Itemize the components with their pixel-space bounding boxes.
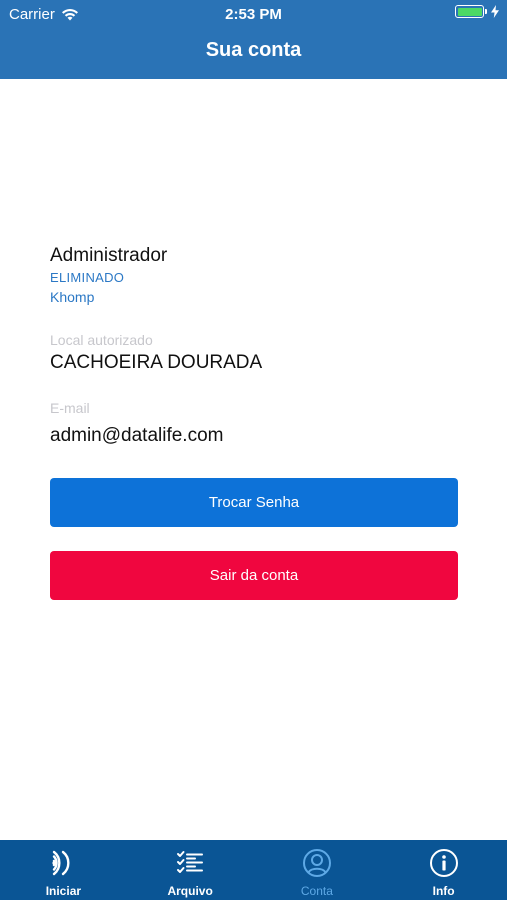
page-title: Sua conta bbox=[205, 39, 302, 61]
tab-bar: Iniciar Arquivo Conta Info bbox=[0, 840, 507, 900]
status-time: 2:53 PM bbox=[225, 6, 282, 23]
tab-info[interactable]: Info bbox=[380, 840, 507, 900]
signal-icon bbox=[52, 850, 70, 876]
local-value: CACHOEIRA DOURADA bbox=[50, 352, 263, 373]
user-name: Administrador bbox=[50, 245, 168, 266]
tab-iniciar[interactable]: Iniciar bbox=[0, 840, 127, 900]
tab-info-label: Info bbox=[432, 884, 455, 898]
account-screen: Carrier 2:53 PM Sua conta Administrador … bbox=[0, 0, 507, 900]
user-icon bbox=[302, 849, 331, 877]
email-value: admin@datalife.com bbox=[50, 425, 224, 446]
user-status: ELIMINADO bbox=[50, 270, 125, 285]
navigation-header: Carrier 2:53 PM Sua conta bbox=[0, 0, 507, 79]
battery-cap bbox=[485, 9, 487, 14]
email-label: E-mail bbox=[50, 400, 90, 416]
local-label: Local autorizado bbox=[50, 332, 153, 348]
tab-arquivo-label: Arquivo bbox=[167, 884, 213, 898]
battery-icon bbox=[455, 5, 484, 18]
logout-button[interactable]: Sair da conta bbox=[50, 551, 458, 600]
user-company: Khomp bbox=[50, 289, 95, 305]
status-bar: Carrier 2:53 PM bbox=[0, 0, 507, 28]
charging-bolt-icon bbox=[491, 5, 499, 18]
tab-conta-label: Conta bbox=[300, 884, 333, 898]
status-right bbox=[455, 5, 499, 18]
checklist-icon bbox=[177, 851, 204, 873]
tab-conta[interactable]: Conta bbox=[254, 840, 381, 900]
info-icon bbox=[429, 849, 458, 877]
tab-iniciar-label: Iniciar bbox=[45, 884, 82, 898]
tab-arquivo[interactable]: Arquivo bbox=[127, 840, 254, 900]
change-password-button[interactable]: Trocar Senha bbox=[50, 478, 458, 527]
